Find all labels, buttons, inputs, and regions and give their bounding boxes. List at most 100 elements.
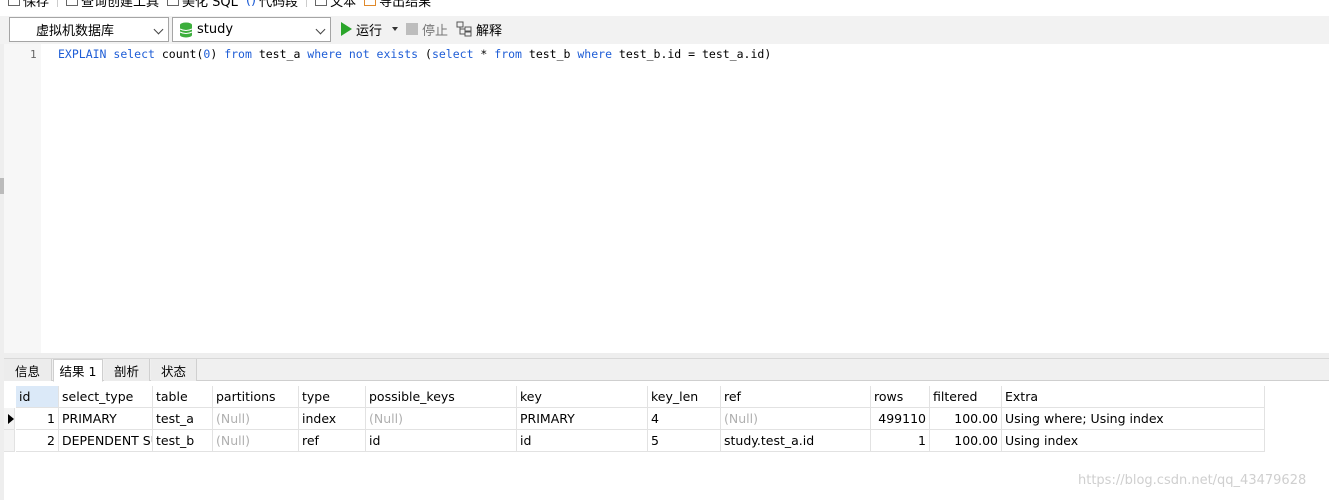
column-header-type[interactable]: type bbox=[299, 386, 366, 408]
beautify-sql-button[interactable]: 美化 SQL bbox=[167, 0, 238, 10]
grid-cell-key-len[interactable]: 4 bbox=[648, 408, 721, 430]
code-snippet-button[interactable]: () 代码段 bbox=[246, 0, 298, 10]
explain-label: 解释 bbox=[476, 23, 503, 39]
main-toolbar: 保存 查询创建工具 美化 SQL () 代码段 文本 导出结果 bbox=[0, 0, 1329, 10]
toolbar-divider bbox=[57, 0, 59, 7]
grid-cell-rows[interactable]: 499110 bbox=[871, 408, 930, 430]
explain-button[interactable]: 解释 bbox=[456, 18, 502, 40]
grid-cell-key[interactable]: id bbox=[517, 430, 648, 452]
sql-token: test_a bbox=[258, 47, 308, 61]
stop-button[interactable]: 停止 bbox=[406, 18, 448, 40]
chevron-down-icon bbox=[153, 24, 164, 35]
row-indicator[interactable] bbox=[4, 408, 15, 430]
run-dropdown-icon[interactable] bbox=[392, 27, 399, 31]
grid-cell-partitions[interactable]: (Null) bbox=[213, 430, 299, 452]
database-select[interactable]: study bbox=[172, 17, 331, 42]
sql-keyword: where bbox=[577, 47, 619, 61]
stop-label: 停止 bbox=[422, 23, 449, 39]
export-result-button[interactable]: 导出结果 bbox=[364, 0, 431, 10]
explain-icon bbox=[456, 21, 472, 37]
watermark: https://blog.csdn.net/qq_43479628 bbox=[1078, 473, 1307, 488]
column-header-key[interactable]: key bbox=[517, 386, 648, 408]
grid-cell-type[interactable]: index bbox=[299, 408, 366, 430]
database-select-value: study bbox=[197, 22, 234, 37]
column-header-rows[interactable]: rows bbox=[871, 386, 930, 408]
column-header-ref[interactable]: ref bbox=[721, 386, 871, 408]
grid-cell-possible-keys[interactable]: (Null) bbox=[366, 408, 517, 430]
run-label: 运行 bbox=[356, 23, 383, 39]
row-indicator[interactable] bbox=[4, 430, 15, 452]
connection-select[interactable]: 虚拟机数据库 bbox=[9, 17, 169, 42]
save-button[interactable]: 保存 bbox=[8, 0, 49, 10]
sql-code-line[interactable]: EXPLAIN select count(0) from test_a wher… bbox=[58, 47, 771, 61]
sql-keyword: from bbox=[494, 47, 529, 61]
sql-token: ( bbox=[425, 47, 432, 61]
sql-keyword: not bbox=[348, 47, 377, 61]
query-builder-button[interactable]: 查询创建工具 bbox=[66, 0, 159, 10]
column-header-possible-keys[interactable]: possible_keys bbox=[366, 386, 517, 408]
tab-profile[interactable]: 剖析 bbox=[104, 359, 150, 381]
grid-cell-table[interactable]: test_a bbox=[153, 408, 213, 430]
table-row[interactable]: 2DEPENDENT SUBQUERYtest_b(Null)refidid5s… bbox=[4, 430, 1265, 452]
grid-cell-filtered[interactable]: 100.00 bbox=[930, 408, 1002, 430]
grid-cell-id[interactable]: 1 bbox=[16, 408, 59, 430]
grid-cell-possible-keys[interactable]: id bbox=[366, 430, 517, 452]
table-row[interactable]: 1 PRIMARY test_a (Null) index (Null) PRIMARY 4(… bbox=[4, 408, 1265, 430]
sql-token: test_b.id = test_a.id) bbox=[618, 47, 772, 61]
sql-keyword: select bbox=[431, 47, 481, 61]
grid-cell-partitions[interactable]: (Null) bbox=[213, 408, 299, 430]
grid-cell-ref[interactable]: study.test_a.id bbox=[721, 430, 871, 452]
tab-info[interactable]: 信息 bbox=[4, 359, 52, 381]
column-header-select-type[interactable]: select_type bbox=[59, 386, 153, 408]
grid-cell-key-len[interactable]: 5 bbox=[648, 430, 721, 452]
sql-keyword: from bbox=[224, 47, 259, 61]
sql-token: ) bbox=[210, 47, 225, 61]
chevron-down-icon bbox=[315, 24, 326, 35]
sql-keyword: select bbox=[113, 47, 162, 61]
grid-cell-ref[interactable]: (Null) bbox=[721, 408, 871, 430]
tab-result-1[interactable]: 结果 1 bbox=[53, 359, 103, 382]
grid-cell-extra[interactable]: Using where; Using index bbox=[1002, 408, 1265, 430]
export-icon bbox=[364, 0, 377, 6]
text-icon bbox=[315, 0, 328, 6]
toolbar-divider bbox=[306, 0, 308, 7]
sql-keyword: exists bbox=[376, 47, 426, 61]
grid-cell-key[interactable]: PRIMARY bbox=[517, 408, 648, 430]
sql-token: test_b bbox=[528, 47, 578, 61]
column-header-extra[interactable]: Extra bbox=[1002, 386, 1265, 408]
column-header-filtered[interactable]: filtered bbox=[930, 386, 1002, 408]
grid-cell-table[interactable]: test_b bbox=[153, 430, 213, 452]
grid-header-row[interactable]: id select_type table partitions type possible… bbox=[4, 386, 1265, 408]
beautify-icon bbox=[167, 0, 180, 6]
sql-token: * bbox=[480, 47, 495, 61]
column-header-key-len[interactable]: key_len bbox=[648, 386, 721, 408]
connection-select-value: 虚拟机数据库 bbox=[36, 24, 115, 39]
grid-cell-extra[interactable]: Using index bbox=[1002, 430, 1265, 452]
column-header-table[interactable]: table bbox=[153, 386, 213, 408]
grid-cell-filtered[interactable]: 100.00 bbox=[930, 430, 1002, 452]
line-number: 1 bbox=[30, 48, 37, 61]
grid-cell-rows[interactable]: 1 bbox=[871, 430, 930, 452]
sql-keyword: EXPLAIN bbox=[58, 47, 114, 61]
tab-status[interactable]: 状态 bbox=[151, 359, 197, 381]
grid-cell-type[interactable]: ref bbox=[299, 430, 366, 452]
stop-icon bbox=[406, 23, 418, 35]
query-builder-icon bbox=[66, 0, 79, 6]
column-header-id[interactable]: id bbox=[16, 386, 59, 408]
result-tabs: 信息 结果 1 剖析 状态 bbox=[4, 359, 1329, 382]
save-icon bbox=[8, 0, 20, 6]
grid-cell-select-type[interactable]: DEPENDENT SUBQUERY bbox=[59, 430, 153, 452]
grid-cell-id[interactable]: 2 bbox=[16, 430, 59, 452]
database-icon bbox=[179, 22, 193, 38]
sql-editor[interactable]: 1 EXPLAIN select count(0) from test_a wh… bbox=[4, 44, 1329, 353]
column-header-partitions[interactable]: partitions bbox=[213, 386, 299, 408]
braces-icon: () bbox=[245, 0, 257, 8]
run-button[interactable]: 运行 bbox=[341, 18, 399, 40]
sql-token: count( bbox=[161, 47, 204, 61]
text-button[interactable]: 文本 bbox=[315, 0, 356, 10]
current-row-arrow-icon bbox=[8, 414, 14, 424]
grid-cell-select-type[interactable]: PRIMARY bbox=[59, 408, 153, 430]
line-number-gutter: 1 bbox=[4, 44, 41, 353]
play-icon bbox=[341, 22, 352, 36]
sql-keyword: where bbox=[307, 47, 349, 61]
